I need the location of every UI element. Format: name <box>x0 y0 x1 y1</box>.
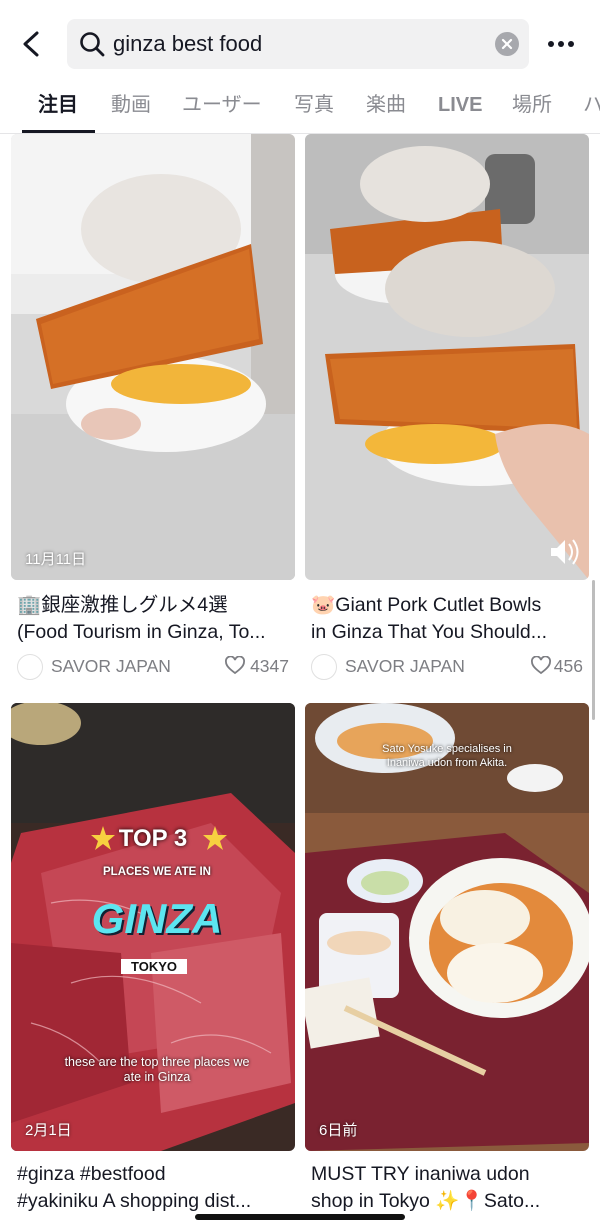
post-date: 2月1日 <box>25 1122 72 1139</box>
overlay-caption: ate in Ginza <box>123 1070 191 1084</box>
top-bar: ginza best food <box>0 0 600 88</box>
tab-top[interactable]: 注目 <box>38 92 78 118</box>
tab-users[interactable]: ユーザー <box>182 92 262 118</box>
clear-icon[interactable] <box>495 32 519 56</box>
video-thumbnail[interactable] <box>305 134 589 580</box>
search-input[interactable]: ginza best food <box>113 30 262 58</box>
avatar[interactable] <box>311 654 337 680</box>
post-date: 11月11日 <box>25 551 87 568</box>
overlay-caption: Sato Yosuke specialises in <box>382 743 512 755</box>
overlay-city: GINZA <box>91 895 223 942</box>
overlay-places: PLACES WE ATE IN <box>103 866 211 878</box>
overlay-caption: Inaniwa udon from Akita. <box>386 757 508 769</box>
avatar[interactable] <box>17 654 43 680</box>
heart-icon <box>225 656 245 675</box>
home-indicator[interactable] <box>195 1214 405 1220</box>
category-tabs: 注目 動画 ユーザー 写真 楽曲 LIVE 場所 ハ <box>0 82 600 134</box>
katsudon-image <box>305 134 589 580</box>
author-name[interactable]: SAVOR JAPAN <box>345 656 465 677</box>
video-meta: SAVOR JAPAN 4347 <box>17 652 295 680</box>
tab-live[interactable]: LIVE <box>438 92 482 118</box>
video-title[interactable]: MUST TRY inaniwa udon shop in Tokyo ✨📍Sa… <box>311 1161 589 1215</box>
overlay-caption: these are the top three places we <box>64 1055 250 1069</box>
video-thumbnail[interactable]: 11月11日 <box>11 134 295 580</box>
video-title[interactable]: #ginza #bestfood #yakiniku A shopping di… <box>17 1161 295 1215</box>
tab-music[interactable]: 楽曲 <box>366 92 406 118</box>
video-thumbnail[interactable]: Sato Yosuke specialises in Inaniwa udon … <box>305 703 589 1151</box>
udon-image <box>305 703 589 1151</box>
scrollbar[interactable] <box>592 580 595 720</box>
heart-icon <box>531 656 551 675</box>
post-date: 6日前 <box>319 1122 358 1139</box>
tab-hashtags[interactable]: ハ <box>583 92 600 118</box>
tab-places[interactable]: 場所 <box>512 92 552 118</box>
search-bar[interactable]: ginza best food <box>67 19 529 69</box>
like-count: 4347 <box>250 656 289 676</box>
more-options-icon[interactable] <box>546 30 576 58</box>
author-name[interactable]: SAVOR JAPAN <box>51 656 171 677</box>
video-thumbnail[interactable]: TOP 3 PLACES WE ATE IN GINZA TOKYO these… <box>11 703 295 1151</box>
tab-photos[interactable]: 写真 <box>294 92 334 118</box>
active-tab-indicator <box>22 130 95 133</box>
tab-videos[interactable]: 動画 <box>111 92 151 118</box>
katsudon-image <box>11 134 295 580</box>
like-count: 456 <box>553 656 583 676</box>
overlay-sub: TOKYO <box>121 959 187 974</box>
search-icon <box>80 32 105 57</box>
overlay-top3: TOP 3 <box>118 825 188 852</box>
video-meta: SAVOR JAPAN 456 <box>311 652 589 680</box>
video-title[interactable]: 🏢銀座激推しグルメ4選 (Food Tourism in Ginza, To..… <box>17 592 295 646</box>
back-arrow-icon[interactable] <box>14 26 50 62</box>
video-title[interactable]: 🐷Giant Pork Cutlet Bowls in Ginza That Y… <box>311 592 589 646</box>
